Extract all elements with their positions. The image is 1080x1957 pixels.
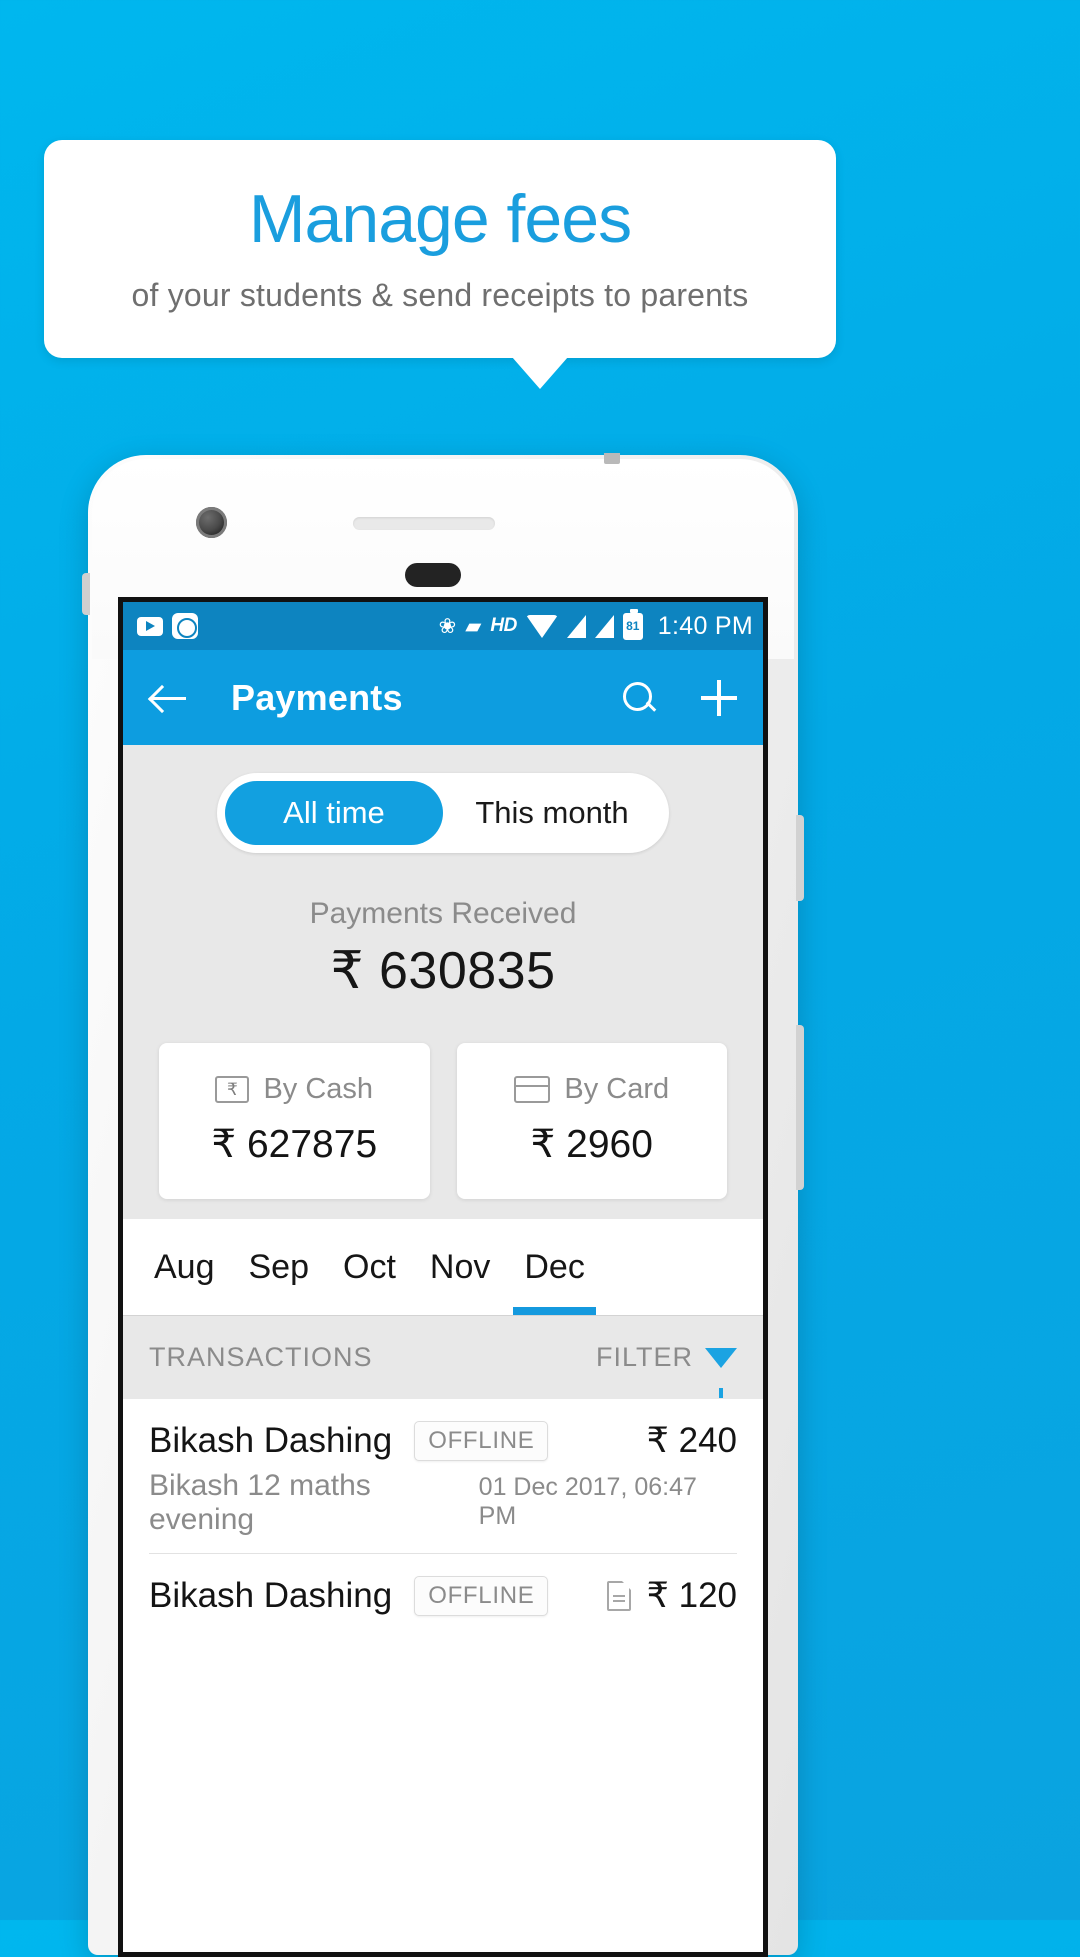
- transaction-amount: ₹ 120: [646, 1576, 737, 1615]
- search-icon[interactable]: [621, 680, 657, 716]
- transaction-right: ₹ 240: [647, 1421, 737, 1461]
- by-card-label: By Card: [564, 1073, 670, 1105]
- table-row[interactable]: Bikash Dashing OFFLINE ₹ 120: [123, 1554, 763, 1616]
- summary-panel: All time This month Payments Received ₹ …: [123, 745, 763, 1219]
- receipt-document-icon[interactable]: [606, 1581, 631, 1611]
- transaction-right: ₹ 120: [606, 1576, 737, 1616]
- tab-dec-label: Dec: [524, 1247, 585, 1286]
- transaction-date: 01 Dec 2017, 06:47 PM: [478, 1473, 697, 1530]
- hd-icon: HD: [490, 615, 517, 636]
- filter-label: FILTER: [595, 1342, 693, 1372]
- tab-dec[interactable]: Dec: [507, 1219, 601, 1315]
- headline-subtitle: of your students & send receipts to pare…: [131, 277, 749, 314]
- month-tabs: Aug Sep Oct Nov Dec: [123, 1219, 763, 1315]
- status-bar-system-icons: ❀ ▰ HD 81 1:40 PM: [438, 608, 753, 641]
- transaction-name: Bikash Dashing: [149, 1421, 393, 1460]
- signal-icon-1: [566, 614, 586, 638]
- transaction-secondary-line: Bikash 12 maths evening 01 Dec 2017, 06:…: [149, 1469, 737, 1554]
- page-title: Payments: [231, 676, 403, 718]
- segment-all-time[interactable]: All time: [225, 781, 443, 845]
- card-icon: [514, 1076, 551, 1103]
- tab-oct-label: Oct: [343, 1247, 396, 1286]
- tab-nov[interactable]: Nov: [413, 1219, 507, 1315]
- vibrate-icon: ▰: [465, 614, 482, 638]
- transaction-primary-line: Bikash Dashing OFFLINE ₹ 240: [149, 1421, 737, 1461]
- volume-button[interactable]: [796, 815, 804, 901]
- tab-aug-label: Aug: [154, 1247, 215, 1286]
- payment-method-cards: ₹ By Cash ₹ 627875 By Card ₹ 2960: [123, 1043, 763, 1199]
- by-cash-card-head: ₹ By Cash: [179, 1073, 410, 1106]
- camera-icon: [172, 613, 198, 639]
- back-arrow-icon[interactable]: [149, 678, 189, 718]
- phone-screen: ❀ ▰ HD 81 1:40 PM Payments All time This…: [118, 597, 768, 1957]
- signal-icon-2: [594, 614, 614, 638]
- transactions-title: TRANSACTIONS: [149, 1342, 373, 1372]
- by-cash-label: By Cash: [263, 1073, 374, 1105]
- status-bar: ❀ ▰ HD 81 1:40 PM: [123, 602, 763, 650]
- cash-icon: ₹: [215, 1076, 250, 1103]
- filter-button[interactable]: FILTER: [595, 1342, 737, 1398]
- proximity-sensor: [405, 563, 461, 587]
- status-bar-notifications: [137, 613, 198, 639]
- tab-oct[interactable]: Oct: [326, 1219, 413, 1315]
- segment-this-month[interactable]: This month: [443, 781, 661, 845]
- bluetooth-icon: ❀: [438, 614, 457, 638]
- transactions-list: Bikash Dashing OFFLINE ₹ 240 Bikash 12 m…: [123, 1399, 763, 1616]
- add-payment-icon[interactable]: [701, 679, 737, 716]
- app-bar-actions: [621, 679, 737, 716]
- by-cash-card[interactable]: ₹ By Cash ₹ 627875: [159, 1043, 430, 1199]
- app-bar: Payments: [123, 650, 763, 745]
- transaction-name: Bikash Dashing: [149, 1576, 393, 1615]
- earpiece-speaker: [353, 517, 495, 530]
- headline-title: Manage fees: [248, 180, 632, 257]
- phone-mockup: ❀ ▰ HD 81 1:40 PM Payments All time This…: [82, 453, 804, 1957]
- phone-top-notch: [604, 453, 620, 464]
- transaction-description: Bikash 12 maths evening: [149, 1469, 371, 1536]
- power-button[interactable]: [796, 1025, 804, 1190]
- transaction-amount: ₹ 240: [646, 1421, 737, 1460]
- time-range-toggle: All time This month: [217, 773, 669, 853]
- front-camera-icon: [196, 507, 227, 538]
- payments-received-label: Payments Received: [309, 897, 577, 930]
- tab-sep[interactable]: Sep: [232, 1219, 327, 1315]
- table-row[interactable]: Bikash Dashing OFFLINE ₹ 240 Bikash 12 m…: [123, 1399, 763, 1554]
- transaction-primary-line: Bikash Dashing OFFLINE ₹ 120: [149, 1576, 737, 1616]
- by-card-card[interactable]: By Card ₹ 2960: [456, 1043, 727, 1199]
- by-card-amount: ₹ 2960: [530, 1123, 653, 1166]
- funnel-icon: [705, 1347, 737, 1398]
- tab-aug[interactable]: Aug: [137, 1219, 232, 1315]
- status-badge: OFFLINE: [414, 1576, 549, 1616]
- tab-nov-label: Nov: [429, 1247, 491, 1286]
- youtube-icon: [137, 616, 163, 636]
- tab-active-indicator: [513, 1307, 596, 1315]
- wifi-icon: [525, 614, 558, 638]
- banner-tail: [512, 357, 568, 389]
- headline-banner: Manage fees of your students & send rece…: [44, 140, 836, 358]
- by-cash-amount: ₹ 627875: [211, 1123, 378, 1166]
- transactions-header: TRANSACTIONS FILTER: [123, 1315, 763, 1399]
- side-slot-left: [82, 573, 90, 615]
- payments-received-amount: ₹ 630835: [330, 942, 556, 1000]
- battery-icon: 81: [622, 608, 643, 640]
- status-badge: OFFLINE: [414, 1421, 549, 1461]
- by-card-card-head: By Card: [477, 1073, 708, 1106]
- status-bar-time: 1:40 PM: [657, 611, 753, 640]
- tab-sep-label: Sep: [248, 1247, 310, 1286]
